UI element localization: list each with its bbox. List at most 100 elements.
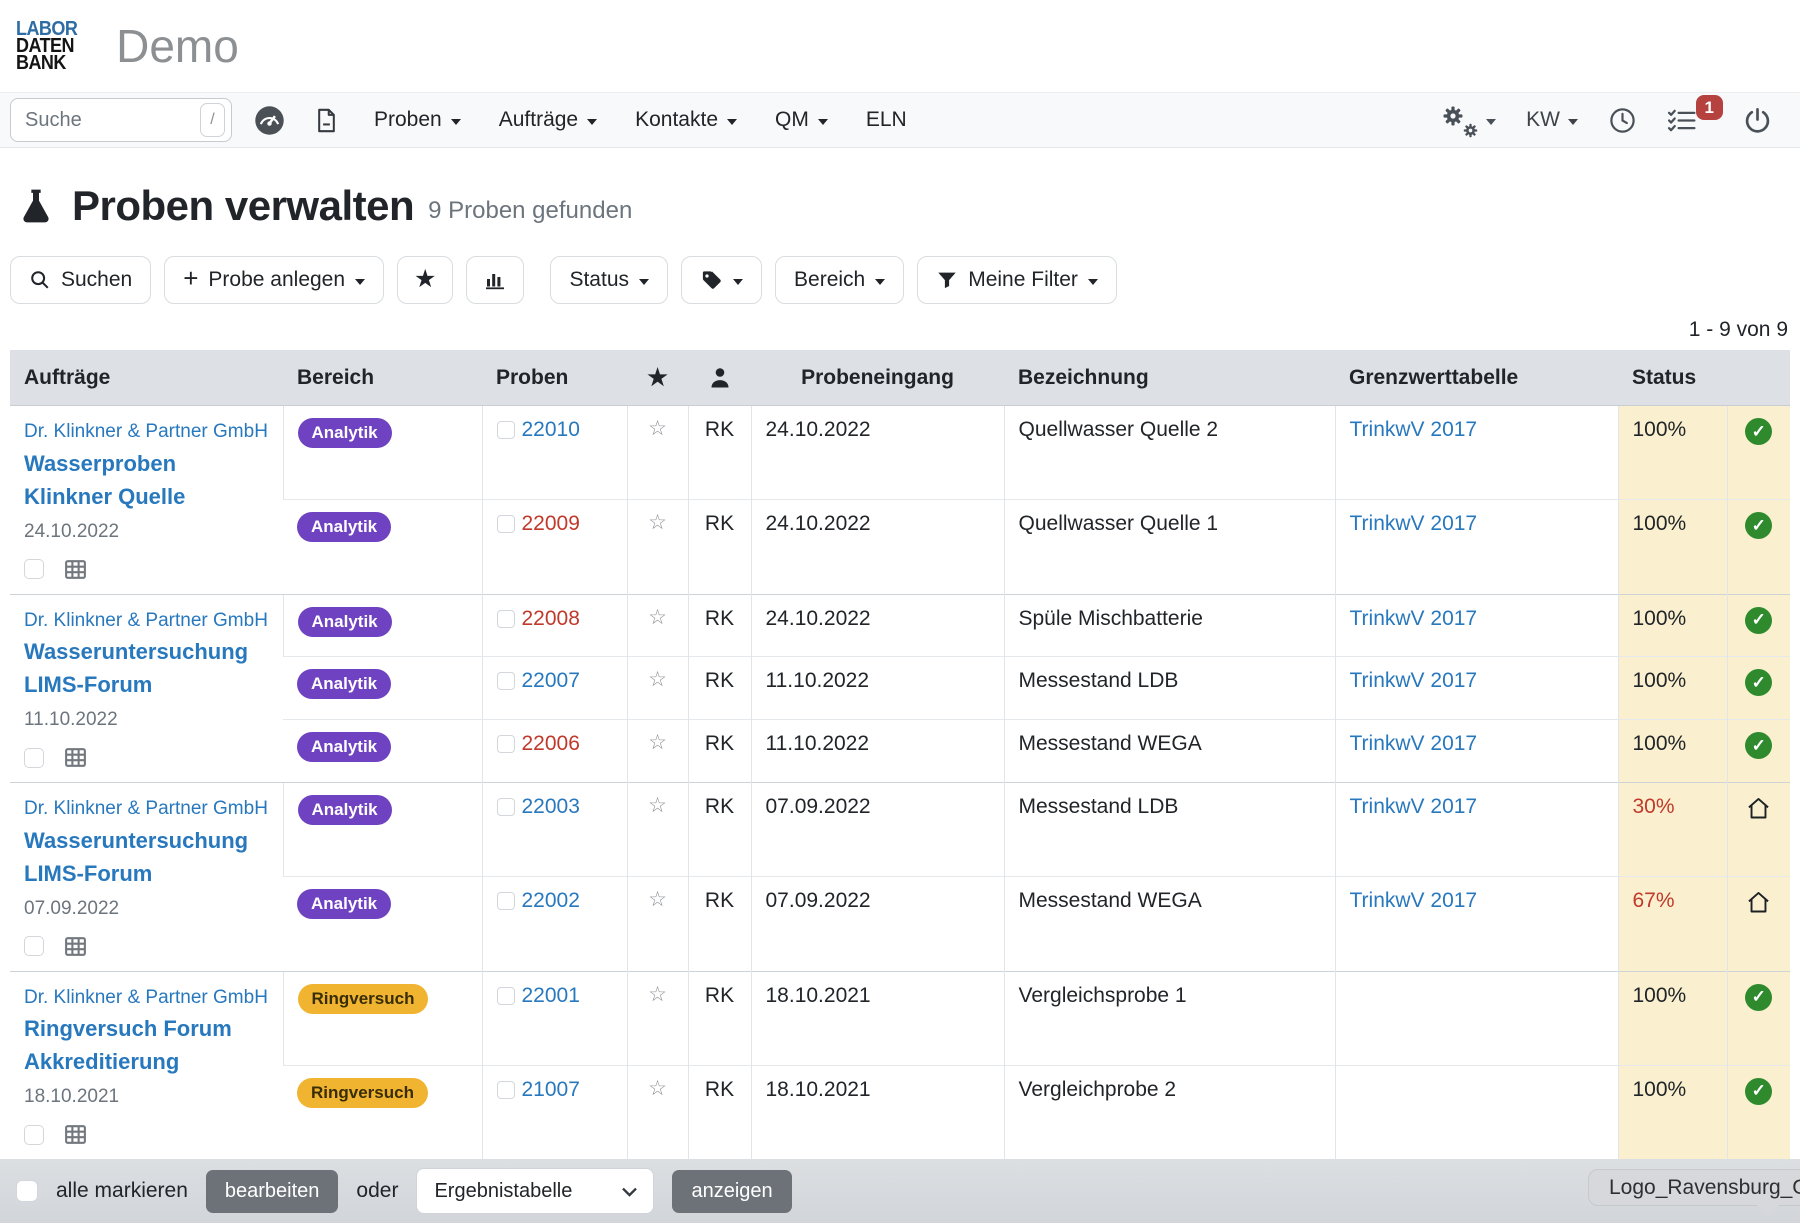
order-title-link[interactable]: LIMS-Forum [24, 668, 269, 701]
menu-label: Proben [374, 108, 442, 132]
result-table-select[interactable]: Ergebnistabelle [416, 1168, 654, 1214]
tags-button[interactable] [681, 256, 762, 304]
grenzwert-link[interactable]: TrinkwV 2017 [1350, 669, 1478, 692]
menu-eln[interactable]: ELN [866, 108, 907, 132]
bezeichnung-cell: Messestand WEGA [1004, 877, 1335, 971]
menu-qm[interactable]: QM [775, 108, 828, 132]
order-customer-link[interactable]: Dr. Klinkner & Partner GmbH [24, 984, 269, 1013]
grenzwert-link[interactable]: TrinkwV 2017 [1350, 889, 1478, 912]
order-checkbox[interactable] [24, 936, 44, 956]
menu-kontakte[interactable]: Kontakte [635, 108, 737, 132]
grenzwert-link[interactable]: TrinkwV 2017 [1350, 795, 1478, 818]
sample-checkbox[interactable] [497, 515, 515, 533]
chart-button[interactable] [466, 256, 524, 304]
edit-button[interactable]: bearbeiten [206, 1170, 339, 1213]
create-sample-button[interactable]: + Probe anlegen [164, 256, 384, 304]
sample-checkbox[interactable] [497, 735, 515, 753]
labordatenbank-logo[interactable]: LABOR DATEN BANK [16, 21, 77, 72]
favorite-star-icon[interactable]: ☆ [648, 668, 667, 691]
favorite-star-icon[interactable]: ☆ [648, 983, 667, 1006]
select-all-checkbox[interactable] [16, 1180, 38, 1202]
order-title-link[interactable]: Wasseruntersuchung [24, 824, 269, 857]
status-filter-button[interactable]: Status [550, 256, 668, 304]
search-input[interactable] [10, 98, 232, 142]
sample-checkbox[interactable] [497, 610, 515, 628]
results-table-icon[interactable] [62, 557, 89, 582]
sample-link[interactable]: 22001 [522, 984, 580, 1008]
tasks-checklist-icon[interactable]: 1 [1667, 107, 1697, 134]
order-customer-link[interactable]: Dr. Klinkner & Partner GmbH [24, 607, 269, 636]
order-title-link[interactable]: Ringversuch Forum [24, 1012, 269, 1045]
order-checkbox[interactable] [24, 748, 44, 768]
eingang-cell: 24.10.2022 [751, 500, 1004, 594]
status-percent: 100% [1618, 1065, 1727, 1159]
sample-link[interactable]: 22003 [522, 795, 580, 819]
results-table-icon[interactable] [62, 745, 89, 770]
order-checkbox[interactable] [24, 1125, 44, 1145]
bereich-cell: Analytik [283, 500, 482, 594]
favorites-button[interactable]: ★ [397, 256, 453, 304]
col-bezeichnung: Bezeichnung [1004, 350, 1335, 406]
chevron-down-icon [620, 1182, 639, 1201]
sample-checkbox[interactable] [497, 987, 515, 1005]
sample-link[interactable]: 22002 [522, 889, 580, 913]
bereich-filter-button[interactable]: Bereich [775, 256, 904, 304]
grenzwert-link[interactable]: TrinkwV 2017 [1350, 512, 1478, 535]
sample-link[interactable]: 22007 [522, 669, 580, 693]
sample-checkbox[interactable] [497, 798, 515, 816]
button-label: Probe anlegen [208, 268, 345, 292]
sample-checkbox[interactable] [497, 1081, 515, 1099]
menu-auftraege[interactable]: Aufträge [499, 108, 597, 132]
eingang-cell: 24.10.2022 [751, 406, 1004, 500]
plus-icon: + [183, 265, 198, 291]
sample-checkbox[interactable] [497, 421, 515, 439]
proben-cell: 22010 [482, 406, 627, 500]
order-title-link[interactable]: Wasseruntersuchung [24, 635, 269, 668]
chevron-down-icon [587, 119, 597, 125]
document-icon[interactable] [313, 106, 340, 135]
menu-proben[interactable]: Proben [374, 108, 461, 132]
favorite-star-icon[interactable]: ☆ [648, 1077, 667, 1100]
grenzwert-link[interactable]: TrinkwV 2017 [1350, 732, 1478, 755]
tag-icon [700, 269, 723, 292]
favorite-star-icon[interactable]: ☆ [648, 606, 667, 629]
results-table-icon[interactable] [62, 934, 89, 959]
history-clock-icon[interactable] [1608, 106, 1637, 135]
favorite-star-icon[interactable]: ☆ [648, 417, 667, 440]
user-menu[interactable]: KW [1526, 108, 1578, 132]
sample-checkbox[interactable] [497, 672, 515, 690]
status-ok-icon: ✓ [1745, 732, 1772, 759]
sample-link[interactable]: 22010 [522, 418, 580, 442]
show-button[interactable]: anzeigen [672, 1170, 791, 1213]
chevron-down-icon [355, 279, 365, 285]
sample-link[interactable]: 22006 [522, 732, 580, 756]
order-title-link[interactable]: Klinkner Quelle [24, 480, 269, 513]
favorite-star-icon[interactable]: ☆ [648, 794, 667, 817]
grenzwert-link[interactable]: TrinkwV 2017 [1350, 418, 1478, 441]
order-title-link[interactable]: LIMS-Forum [24, 857, 269, 890]
grenzwert-link[interactable]: TrinkwV 2017 [1350, 607, 1478, 630]
bezeichnung-cell: Vergleichprobe 2 [1004, 1065, 1335, 1159]
proben-cell: 22008 [482, 594, 627, 657]
favorite-star-icon[interactable]: ☆ [648, 888, 667, 911]
sample-link[interactable]: 21007 [522, 1078, 580, 1102]
sample-link[interactable]: 22008 [522, 607, 580, 631]
order-title-link[interactable]: Wasserproben [24, 447, 269, 480]
results-table-icon[interactable] [62, 1122, 89, 1147]
sample-link[interactable]: 22009 [522, 512, 580, 536]
my-filters-button[interactable]: Meine Filter [917, 256, 1117, 304]
select-all-label: alle markieren [56, 1179, 188, 1203]
order-customer-link[interactable]: Dr. Klinkner & Partner GmbH [24, 795, 269, 824]
favorite-star-icon[interactable]: ☆ [648, 731, 667, 754]
order-checkbox[interactable] [24, 559, 44, 579]
sample-checkbox[interactable] [497, 892, 515, 910]
order-customer-link[interactable]: Dr. Klinkner & Partner GmbH [24, 418, 269, 447]
favorite-star-icon[interactable]: ☆ [648, 511, 667, 534]
settings-menu[interactable] [1441, 104, 1496, 136]
search-button[interactable]: Suchen [10, 256, 151, 304]
bereich-cell: Ringversuch [283, 971, 482, 1065]
order-title-link[interactable]: Akkreditierung [24, 1045, 269, 1078]
logout-power-icon[interactable] [1743, 106, 1772, 135]
dashboard-icon[interactable] [254, 105, 285, 136]
order-cell: Dr. Klinkner & Partner GmbH Wasserproben… [10, 406, 283, 595]
